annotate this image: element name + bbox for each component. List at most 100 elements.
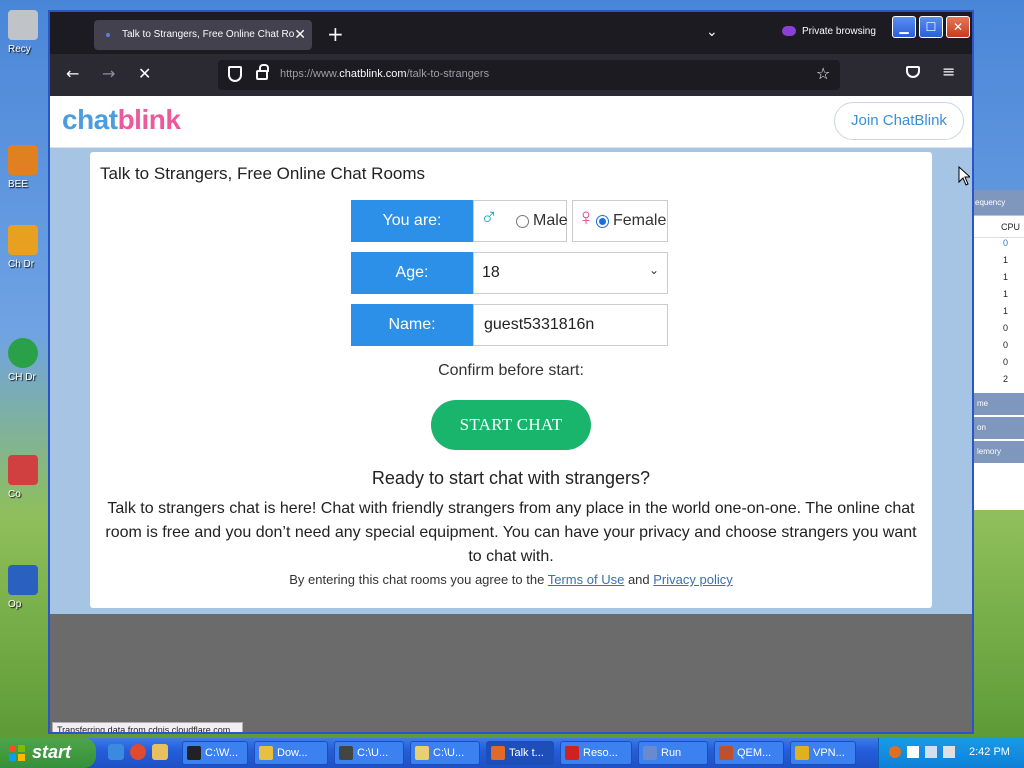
task-app-icon [565, 746, 579, 760]
taskbar-button[interactable]: VPN... [790, 741, 856, 765]
desktop-icon-label: Co [8, 489, 21, 500]
taskbar-button[interactable]: QEM... [714, 741, 784, 765]
male-option[interactable]: ♂ Male [473, 200, 568, 242]
cpu-value: 1 [1003, 306, 1009, 316]
taskbar-button-label: C:\U... [433, 747, 465, 759]
cpu-value: 1 [1003, 255, 1009, 265]
cpu-value: 0 [1003, 323, 1009, 333]
desktop-icon-recycle-bin[interactable]: Recy [8, 10, 48, 55]
desktop-icon-ch[interactable]: Ch Dr [8, 225, 48, 270]
start-chat-button[interactable]: START CHAT [431, 400, 591, 450]
minimize-button[interactable]: ▁ [892, 16, 916, 38]
chevron-down-icon[interactable]: ⌄ [706, 24, 718, 40]
forward-arrow-icon[interactable]: → [102, 64, 115, 83]
male-label: Male [533, 212, 568, 229]
maximize-button[interactable]: ☐ [919, 16, 943, 38]
status-bar: Transferring data from cdnjs.cloudflare.… [52, 722, 243, 732]
desktop-icon-label: CH Dr [8, 372, 36, 383]
browser-tab[interactable]: Talk to Strangers, Free Online Chat Ro ✕ [94, 20, 312, 50]
chatblink-logo[interactable]: chatblink [62, 104, 181, 136]
terms-prefix: By entering this chat rooms you agree to… [289, 572, 545, 587]
taskbar-button[interactable]: C:\W... [182, 741, 248, 765]
internet-explorer-icon[interactable] [108, 744, 124, 760]
stop-loading-icon[interactable]: ✕ [138, 64, 151, 83]
folder-icon [8, 225, 38, 255]
confirm-text: Confirm before start: [438, 362, 584, 379]
start-button[interactable]: start [0, 738, 96, 768]
close-tab-icon[interactable]: ✕ [294, 26, 306, 43]
name-input[interactable]: guest5331816n [473, 304, 668, 346]
bookmark-star-icon[interactable]: ☆ [816, 64, 830, 83]
task-app-icon [187, 746, 201, 760]
panel-section: on [973, 417, 1024, 439]
panel-header: equency [973, 190, 1024, 216]
tab-title: Talk to Strangers, Free Online Chat Ro [122, 29, 295, 40]
taskbar-button-label: Talk t... [509, 747, 544, 759]
male-radio[interactable] [516, 215, 529, 228]
recycle-bin-icon [8, 10, 38, 40]
volume-icon[interactable] [943, 746, 955, 758]
system-tray: 2:42 PM [878, 738, 1024, 768]
site-header: chatblink Join ChatBlink [50, 96, 972, 148]
chrome-icon [8, 338, 38, 368]
terms-notice: By entering this chat rooms you agree to… [90, 572, 932, 587]
navigation-bar: ← → ✕ https://www.chatblink.com/talk-to-… [50, 54, 972, 96]
desktop-icon-label: Ch Dr [8, 259, 35, 270]
female-symbol-icon: ♀ [577, 204, 595, 231]
join-chatblink-button[interactable]: Join ChatBlink [834, 102, 964, 140]
female-option[interactable]: ♀ Female [572, 200, 668, 242]
address-bar[interactable]: https://www.chatblink.com/talk-to-strang… [218, 60, 840, 90]
cpu-value: 0 [1003, 340, 1009, 350]
web-page: chatblink Join ChatBlink Talk to Strange… [50, 96, 972, 732]
female-radio[interactable] [596, 215, 609, 228]
mouse-cursor-icon [958, 166, 970, 186]
panel-section: me [973, 393, 1024, 415]
background-task-manager: equency CPU 0 1 1 1 1 0 0 0 2 me on lemory [972, 190, 1024, 510]
close-window-button[interactable]: ✕ [946, 16, 970, 38]
tracking-protection-shield-icon[interactable] [228, 66, 242, 82]
hamburger-menu-icon[interactable]: ≡ [942, 62, 955, 81]
url-prefix: https://www. [280, 68, 340, 80]
task-app-icon [643, 746, 657, 760]
age-value: 18 [482, 264, 500, 281]
taskbar-button[interactable]: Dow... [254, 741, 328, 765]
tab-bar: Talk to Strangers, Free Online Chat Ro ✕… [50, 12, 972, 54]
app-icon [8, 565, 38, 595]
windows-logo-icon [9, 745, 25, 761]
cpu-value: 0 [1003, 357, 1009, 367]
new-tab-icon[interactable]: + [327, 22, 344, 46]
url-text[interactable]: https://www.chatblink.com/talk-to-strang… [280, 68, 489, 80]
flag-icon[interactable] [907, 746, 919, 758]
cpu-value: 1 [1003, 289, 1009, 299]
network-icon[interactable] [925, 746, 937, 758]
search-icon[interactable] [889, 746, 901, 758]
taskbar: start C:\W... Dow... C:\U... C:\U... Talk t.… [0, 738, 1024, 768]
chrome-quicklaunch-icon[interactable] [130, 744, 146, 760]
taskbar-button[interactable]: Talk t... [486, 741, 554, 765]
explorer-quicklaunch-icon[interactable] [152, 744, 168, 760]
task-app-icon [795, 746, 809, 760]
terms-of-use-link[interactable]: Terms of Use [548, 572, 625, 587]
age-label: Age: [351, 252, 473, 294]
taskbar-button[interactable]: Run [638, 741, 708, 765]
task-app-icon [339, 746, 353, 760]
page-bottom-area [50, 614, 972, 732]
taskbar-button[interactable]: C:\U... [334, 741, 404, 765]
age-select[interactable]: 18 ⌄ [473, 252, 668, 294]
lock-icon[interactable] [256, 64, 269, 80]
taskbar-button[interactable]: C:\U... [410, 741, 480, 765]
task-app-icon [491, 746, 505, 760]
desktop-icon-chrome[interactable]: CH Dr [8, 338, 48, 383]
loading-icon [106, 33, 110, 37]
task-app-icon [415, 746, 429, 760]
privacy-policy-link[interactable]: Privacy policy [653, 572, 732, 587]
desktop-icon-op[interactable]: Op [8, 565, 48, 610]
pocket-icon[interactable] [906, 66, 920, 78]
desktop-icon-bee[interactable]: BEE [8, 145, 48, 190]
task-app-icon [719, 746, 733, 760]
desktop-icon-co[interactable]: Co [8, 455, 48, 500]
description-text: Talk to strangers chat is here! Chat wit… [105, 500, 917, 565]
taskbar-button[interactable]: Reso... [560, 741, 632, 765]
desktop-icon-label: Op [8, 599, 22, 610]
back-arrow-icon[interactable]: ← [66, 64, 79, 83]
